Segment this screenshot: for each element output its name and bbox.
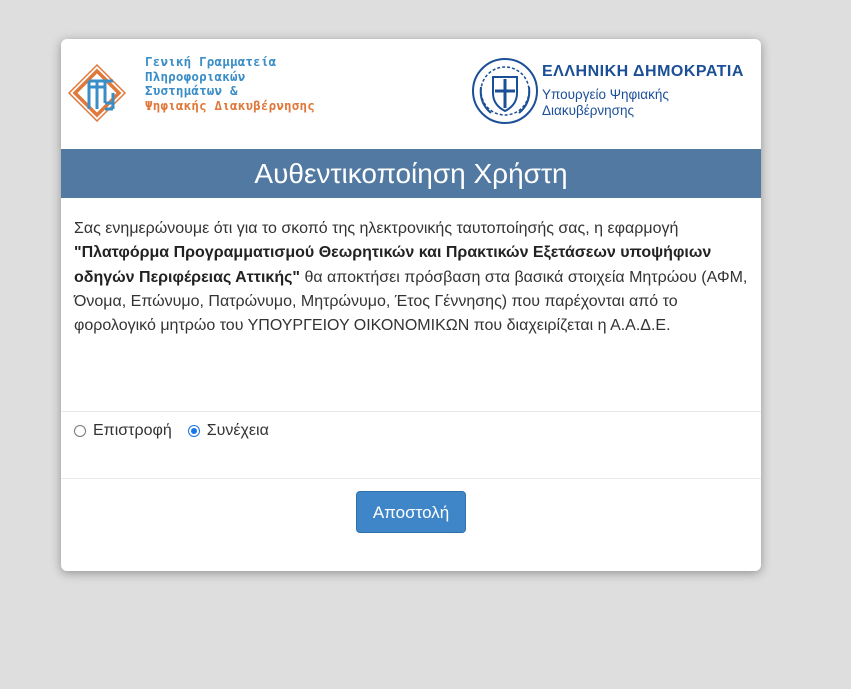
submit-button[interactable]: Αποστολή [356,491,466,533]
page-title: Αυθεντικοποίηση Χρήστη [61,149,761,198]
gsis-name: Γενική Γραμματεία Πληροφοριακών Συστημάτ… [145,54,315,113]
consent-options: Επιστροφή Συνέχεια [74,422,285,440]
header: Γενική Γραμματεία Πληροφοριακών Συστημάτ… [61,39,761,149]
hellenic-emblem-icon [472,58,538,124]
continue-radio[interactable] [187,425,200,437]
divider [61,411,761,412]
back-radio[interactable] [74,425,86,437]
divider [61,478,761,479]
ministry-line-2: Διακυβέρνησης [542,103,635,118]
gsis-line-1: Γενική Γραμματεία [145,54,277,69]
gsis-line-2: Πληροφοριακών [145,68,246,84]
option-continue[interactable]: Συνέχεια [187,422,269,440]
continue-label: Συνέχεια [206,422,269,439]
gsis-logo-icon [67,63,127,123]
gsis-line-4: Ψηφιακής Διακυβέρνησης [145,97,315,113]
option-back[interactable]: Επιστροφή [74,422,172,440]
consent-card: Γενική Γραμματεία Πληροφοριακών Συστημάτ… [61,39,761,571]
ministry-name: ΕΛΛΗΝΙΚΗ ΔΗΜΟΚΡΑΤΙΑ Υπουργείο Ψηφιακής Δ… [542,63,744,119]
gsis-line-3: Συστημάτων & [145,83,238,98]
consent-message: Σας ενημερώνουμε ότι για το σκοπό της ηλ… [74,217,754,338]
message-intro: Σας ενημερώνουμε ότι για το σκοπό της ηλ… [74,220,679,237]
ministry-label: Υπουργείο Ψηφιακής Διακυβέρνησης [542,87,744,119]
hellenic-republic-label: ΕΛΛΗΝΙΚΗ ΔΗΜΟΚΡΑΤΙΑ [542,63,744,80]
ministry-line-1: Υπουργείο Ψηφιακής [542,87,669,102]
back-label: Επιστροφή [93,422,172,439]
